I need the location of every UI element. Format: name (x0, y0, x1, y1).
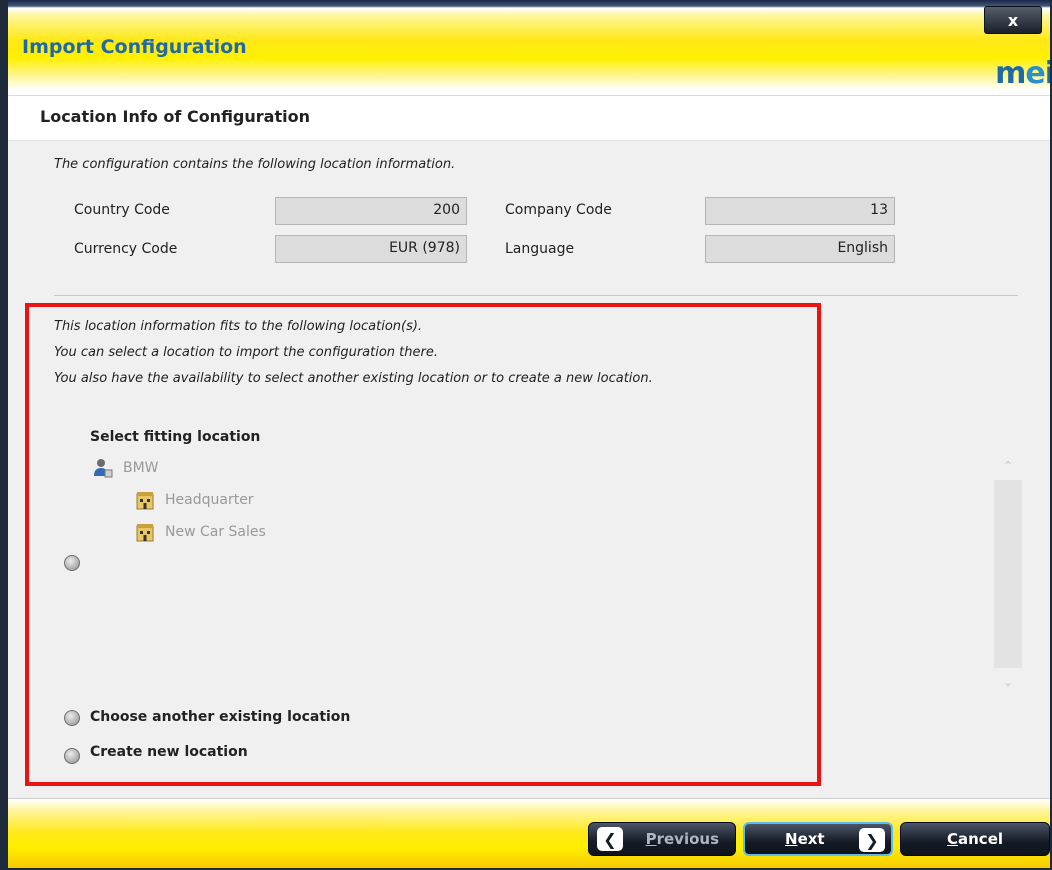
import-configuration-window: Import Configuration x mei Location Info… (0, 0, 1052, 870)
title-bar: Import Configuration x mei (8, 0, 1050, 96)
choose-existing-location-label[interactable]: Choose another existing location (90, 709, 350, 725)
country-code-label: Country Code (74, 202, 170, 218)
cancel-button[interactable]: Cancel (900, 822, 1050, 856)
scroll-down-icon[interactable]: ⌄ (994, 668, 1022, 696)
select-fitting-location-radio[interactable] (64, 555, 80, 571)
chevron-left-icon: ❮ (597, 827, 623, 851)
location-info-line-2: You can select a location to import the … (54, 345, 438, 360)
location-info-line-3: You also have the availability to select… (54, 371, 653, 386)
cancel-label: Cancel (946, 830, 1004, 848)
create-new-location-label[interactable]: Create new location (90, 744, 248, 760)
section-title: Location Info of Configuration (40, 107, 310, 126)
tree-node-label: Headquarter (165, 492, 254, 508)
section-header: Location Info of Configuration (8, 96, 1050, 141)
window-title: Import Configuration (22, 36, 247, 58)
currency-code-value: EUR (978) (275, 235, 467, 263)
company-user-icon (94, 459, 113, 478)
company-code-value: 13 (705, 197, 895, 225)
location-info-line-1: This location information fits to the fo… (54, 319, 423, 334)
chevron-right-icon: ❯ (859, 828, 885, 852)
currency-code-label: Currency Code (74, 241, 178, 257)
tree-node-headquarter[interactable]: Headquarter (135, 490, 254, 510)
footer-bar (8, 798, 1050, 868)
close-button[interactable]: x (984, 6, 1042, 34)
next-label: Next (785, 830, 825, 848)
tree-node-new-car-sales[interactable]: New Car Sales (135, 522, 266, 542)
language-label: Language (505, 241, 575, 257)
section-divider (54, 295, 1018, 296)
building-icon (136, 492, 154, 510)
previous-button[interactable]: ❮ Previous (588, 822, 736, 856)
company-code-label: Company Code (505, 202, 612, 218)
tree-node-label: New Car Sales (165, 524, 266, 540)
next-button[interactable]: Next ❯ (743, 822, 893, 856)
country-code-value: 200 (275, 197, 467, 225)
scroll-up-icon[interactable]: ⌃ (994, 452, 1022, 480)
building-icon (136, 524, 154, 542)
create-new-location-radio[interactable] (64, 748, 80, 764)
config-intro-text: The configuration contains the following… (54, 157, 456, 172)
tree-node-label: BMW (123, 460, 159, 476)
choose-existing-location-radio[interactable] (64, 710, 80, 726)
tree-node-bmw[interactable]: BMW (93, 458, 159, 478)
select-fitting-location-title: Select fitting location (90, 429, 261, 445)
location-list-scrollbar[interactable]: ⌃ ⌄ (994, 452, 1022, 696)
mei-logo: mei (995, 56, 1050, 91)
previous-label: Previous (645, 830, 719, 848)
language-value: English (705, 235, 895, 263)
